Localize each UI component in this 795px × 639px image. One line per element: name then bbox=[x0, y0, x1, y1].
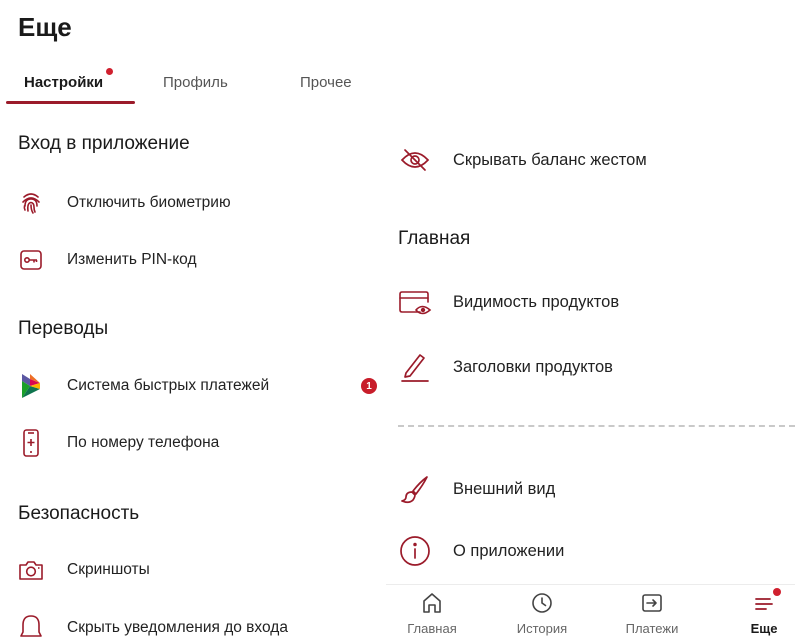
section-divider bbox=[398, 425, 795, 427]
card-eye-icon bbox=[398, 285, 432, 319]
appearance-label: Внешний вид bbox=[453, 479, 556, 498]
sbp-logo-icon bbox=[18, 373, 44, 399]
change-pin-item[interactable]: Изменить PIN-код bbox=[0, 240, 386, 280]
appearance-item[interactable]: Внешний вид bbox=[386, 467, 795, 511]
fingerprint-icon bbox=[18, 190, 44, 216]
bell-icon bbox=[18, 615, 44, 639]
hide-notifications-item[interactable]: Скрыть уведомления до входа bbox=[0, 608, 386, 639]
disable-biometrics-item[interactable]: Отключить биометрию bbox=[0, 183, 386, 223]
payments-icon bbox=[612, 591, 692, 617]
info-icon bbox=[398, 534, 432, 568]
tab-other[interactable]: Прочее bbox=[300, 74, 352, 91]
nav-history[interactable]: История bbox=[502, 591, 582, 636]
camera-icon bbox=[18, 557, 44, 583]
nav-payments[interactable]: Платежи bbox=[612, 591, 692, 636]
clock-icon bbox=[502, 591, 582, 617]
screenshots-label: Скриншоты bbox=[67, 561, 150, 578]
home-icon bbox=[392, 591, 472, 617]
section-login-title: Вход в приложение bbox=[18, 133, 190, 154]
hide-notifications-label: Скрыть уведомления до входа bbox=[67, 619, 288, 636]
page-title: Еще bbox=[18, 12, 72, 42]
pencil-icon bbox=[398, 350, 432, 384]
phone-transfer-item[interactable]: По номеру телефона bbox=[0, 423, 386, 463]
section-main-title: Главная bbox=[398, 228, 471, 249]
tab-profile[interactable]: Профиль bbox=[163, 74, 228, 91]
phone-transfer-label: По номеру телефона bbox=[67, 434, 220, 451]
disable-biometrics-label: Отключить биометрию bbox=[67, 194, 231, 211]
menu-icon bbox=[724, 591, 795, 617]
key-icon bbox=[18, 247, 44, 273]
settings-right-pane: Скрывать баланс жестом Главная Видимость… bbox=[386, 0, 795, 639]
product-titles-item[interactable]: Заголовки продуктов bbox=[386, 345, 795, 389]
tab-settings[interactable]: Настройки bbox=[24, 74, 103, 91]
eye-off-icon bbox=[398, 143, 432, 177]
change-pin-label: Изменить PIN-код bbox=[67, 251, 197, 268]
nav-more-notification-dot bbox=[773, 588, 781, 596]
phone-plus-icon bbox=[18, 429, 44, 457]
nav-home[interactable]: Главная bbox=[392, 591, 472, 636]
about-app-label: О приложении bbox=[453, 541, 565, 560]
tab-notification-dot bbox=[106, 68, 113, 75]
tab-bar: Настройки Профиль Прочее bbox=[0, 60, 386, 104]
brush-icon bbox=[398, 472, 432, 506]
active-tab-indicator bbox=[6, 101, 135, 104]
settings-left-pane: Еще Настройки Профиль Прочее Вход в прил… bbox=[0, 0, 386, 639]
product-visibility-item[interactable]: Видимость продуктов bbox=[386, 280, 795, 324]
nav-more-label: Еще bbox=[750, 621, 778, 636]
about-app-item[interactable]: О приложении bbox=[386, 529, 795, 573]
screenshots-item[interactable]: Скриншоты bbox=[0, 550, 386, 590]
nav-payments-label: Платежи bbox=[625, 621, 679, 636]
hide-balance-item[interactable]: Скрывать баланс жестом bbox=[386, 138, 795, 182]
bottom-navigation: Главная История Платежи Еще bbox=[386, 584, 795, 639]
nav-more[interactable]: Еще bbox=[724, 591, 795, 636]
section-security-title: Безопасность bbox=[18, 503, 140, 524]
sbp-badge: 1 bbox=[361, 378, 377, 394]
sbp-label: Система быстрых платежей bbox=[67, 377, 270, 394]
sbp-item[interactable]: Система быстрых платежей 1 bbox=[0, 366, 386, 406]
section-transfers-title: Переводы bbox=[18, 318, 109, 339]
product-visibility-label: Видимость продуктов bbox=[453, 292, 620, 311]
hide-balance-label: Скрывать баланс жестом bbox=[453, 150, 647, 169]
nav-home-label: Главная bbox=[407, 621, 457, 636]
product-titles-label: Заголовки продуктов bbox=[453, 357, 613, 376]
nav-history-label: История bbox=[516, 621, 568, 636]
